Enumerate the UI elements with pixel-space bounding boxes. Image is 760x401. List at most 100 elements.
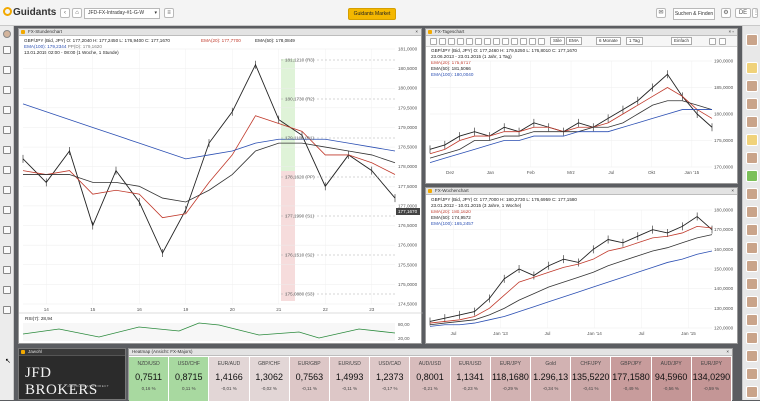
user-avatar[interactable] bbox=[746, 296, 758, 308]
rsi-label: RSI(7): 28,94 bbox=[25, 316, 53, 321]
price-tick-label: 179,5000 bbox=[398, 105, 418, 110]
heatmap-cell[interactable]: AUD/USD 0,8001 -0,21 % bbox=[410, 357, 451, 401]
heatmap-symbol: EUR/JPY bbox=[700, 361, 722, 367]
tools-icon[interactable] bbox=[3, 306, 11, 314]
price-tick-label: 160,0000 bbox=[714, 247, 734, 252]
support-zone bbox=[281, 171, 295, 301]
user-avatar[interactable] bbox=[746, 170, 758, 182]
heatmap-change: -0,02 % bbox=[261, 386, 277, 391]
calendar-icon[interactable] bbox=[3, 146, 11, 154]
user-avatar[interactable] bbox=[746, 314, 758, 326]
menu-icon[interactable]: ⋮ bbox=[752, 8, 759, 18]
user-avatar[interactable] bbox=[746, 116, 758, 128]
monitor-icon[interactable] bbox=[3, 46, 11, 54]
user-avatar[interactable] bbox=[746, 34, 758, 46]
heatmap-cell[interactable]: NZD/USD 0,7511 0,16 % bbox=[129, 357, 170, 401]
user-avatar[interactable] bbox=[746, 332, 758, 344]
ema50-line bbox=[23, 142, 396, 203]
user-avatar[interactable] bbox=[746, 62, 758, 74]
guidants-logo[interactable]: Guidants bbox=[3, 7, 56, 18]
user-avatar[interactable] bbox=[746, 350, 758, 362]
time-tick-label: Jan '15 bbox=[685, 170, 700, 175]
workspace-select[interactable]: JFD-FX-Intraday-#1-G-W ▾ bbox=[84, 8, 160, 19]
user-avatar[interactable] bbox=[746, 386, 758, 398]
heatmap-change: -0,23 % bbox=[462, 386, 478, 391]
price-tick-label: 180,0000 bbox=[714, 112, 734, 117]
folder-icon[interactable] bbox=[3, 206, 11, 214]
window-title-bar[interactable]: Heatmap (Ansicht: FX-Majors) × bbox=[129, 349, 732, 356]
rsi-pane bbox=[23, 323, 395, 341]
weekly-chart-canvas[interactable]: 180,0000 170,0000 160,0000 150,0000 140,0000… bbox=[426, 188, 739, 345]
heatmap-symbol: USD/CAD bbox=[378, 361, 402, 367]
heatmap-value: 94,5960 bbox=[654, 372, 688, 382]
pivot-label: 176,1510 (S2) bbox=[285, 253, 315, 258]
heatmap-change: 0,16 % bbox=[141, 386, 156, 391]
home-icon[interactable]: ⌂ bbox=[72, 8, 82, 18]
hourly-chart-canvas[interactable]: 181,0000 180,5000 180,0000 179,5000 179,0000… bbox=[19, 29, 423, 345]
heatmap-cell[interactable]: AUD/JPY 94,5960 -0,56 % bbox=[651, 357, 692, 401]
window-title-bar[interactable]: Jawohl bbox=[19, 349, 125, 356]
price-tick-label: 170,0000 bbox=[714, 227, 734, 232]
time-tick-label: 20 bbox=[230, 307, 236, 312]
heatmap-cell[interactable]: EUR/GBP 0,7563 -0,11 % bbox=[289, 357, 330, 401]
envelope-icon[interactable]: ✉ bbox=[656, 8, 666, 18]
daily-chart-canvas[interactable]: 190,0000 185,0000 180,0000 175,0000 170,0000… bbox=[426, 29, 739, 185]
heatmap-cell[interactable]: GBP/CHF 1,3062 -0,02 % bbox=[249, 357, 290, 401]
briefcase-icon[interactable] bbox=[3, 106, 11, 114]
share-icon[interactable] bbox=[3, 286, 11, 294]
bell-icon[interactable] bbox=[3, 166, 11, 174]
user-avatar[interactable] bbox=[746, 368, 758, 380]
table-icon[interactable] bbox=[3, 246, 11, 254]
heatmap-cell[interactable]: USD/CHF 0,8715 0,11 % bbox=[169, 357, 210, 401]
settings-icon[interactable]: ≡ bbox=[164, 8, 174, 18]
rsi-tick-label: 80,00 bbox=[398, 322, 410, 327]
user-avatar[interactable] bbox=[746, 260, 758, 272]
hourly-chart-window: FX-Stundenchart × GBP/JPY (Bid, JPY) O: 1… bbox=[18, 28, 423, 345]
heatmap-value: 135,5220 bbox=[572, 372, 610, 382]
weekly-chart-window: FX-Wochenchart × GBP/JPY (Bid, JPY) O: 17… bbox=[425, 187, 738, 344]
heatmap-cell[interactable]: EUR/USD 1,4993 -0,11 % bbox=[330, 357, 371, 401]
heatmap-cell[interactable]: USD/CAD 1,2373 -0,17 % bbox=[370, 357, 411, 401]
heatmap-cell[interactable]: EUR/JPY 118,1680 -0,29 % bbox=[490, 357, 531, 401]
user-avatar[interactable] bbox=[746, 278, 758, 290]
user-avatar[interactable] bbox=[746, 152, 758, 164]
time-tick-label: 21 bbox=[276, 307, 282, 312]
heatmap-change: -0,34 % bbox=[542, 386, 559, 391]
user-avatar[interactable] bbox=[746, 188, 758, 200]
gear-icon[interactable]: ⚙ bbox=[721, 8, 731, 18]
price-tick-label: 175,0000 bbox=[398, 282, 418, 287]
user-avatar[interactable] bbox=[746, 242, 758, 254]
time-tick-label: 16 bbox=[137, 307, 143, 312]
user-avatar[interactable] bbox=[746, 98, 758, 110]
news-icon[interactable] bbox=[3, 126, 11, 134]
user-avatar[interactable] bbox=[746, 80, 758, 92]
heatmap-cell[interactable]: Gold 1.296,13 -0,34 % bbox=[531, 357, 572, 401]
heatmap-cell[interactable]: EUR/USD 1,1341 -0,23 % bbox=[450, 357, 491, 401]
user-avatar[interactable] bbox=[3, 30, 11, 38]
grid-icon[interactable] bbox=[3, 266, 11, 274]
heatmap-cell[interactable]: EUR/AUD 1,4166 -0,01 % bbox=[209, 357, 250, 401]
list-icon[interactable] bbox=[3, 86, 11, 94]
plus-icon[interactable] bbox=[3, 226, 11, 234]
user-avatar[interactable] bbox=[746, 206, 758, 218]
guidants-market-button[interactable]: Guidants Market bbox=[348, 8, 396, 20]
heatmap-value: 1.296,13 bbox=[533, 372, 569, 382]
time-tick-label: Jan '15 bbox=[681, 331, 696, 336]
heatmap-value: 134,0290 bbox=[692, 372, 731, 382]
user-avatar[interactable] bbox=[746, 224, 758, 236]
language-select[interactable]: DE bbox=[735, 8, 751, 18]
close-icon[interactable]: × bbox=[726, 349, 729, 355]
back-icon[interactable]: ‹ bbox=[60, 8, 70, 18]
star-icon[interactable] bbox=[3, 186, 11, 194]
user-avatar[interactable] bbox=[746, 134, 758, 146]
heatmap-cell[interactable]: EUR/JPY 134,0290 -0,59 % bbox=[691, 357, 732, 401]
heatmap-cell[interactable]: GBP/JPY 177,1580 -0,49 % bbox=[611, 357, 652, 401]
chart-icon[interactable] bbox=[3, 66, 11, 74]
heatmap-cell[interactable]: CHF/JPY 135,5220 -0,41 % bbox=[571, 357, 612, 401]
chevron-down-icon: ▾ bbox=[154, 10, 157, 16]
brand-tagline: JUST FAIR AND DIRECT bbox=[67, 384, 109, 388]
search-button[interactable]: Suchen & Finden bbox=[673, 8, 715, 20]
heatmap-change: -0,11 % bbox=[301, 386, 317, 391]
price-tick-label: 120,0000 bbox=[714, 326, 734, 331]
news-window: Jawohl JFD BROKERS JUST FAIR AND DIRECT bbox=[18, 348, 126, 400]
